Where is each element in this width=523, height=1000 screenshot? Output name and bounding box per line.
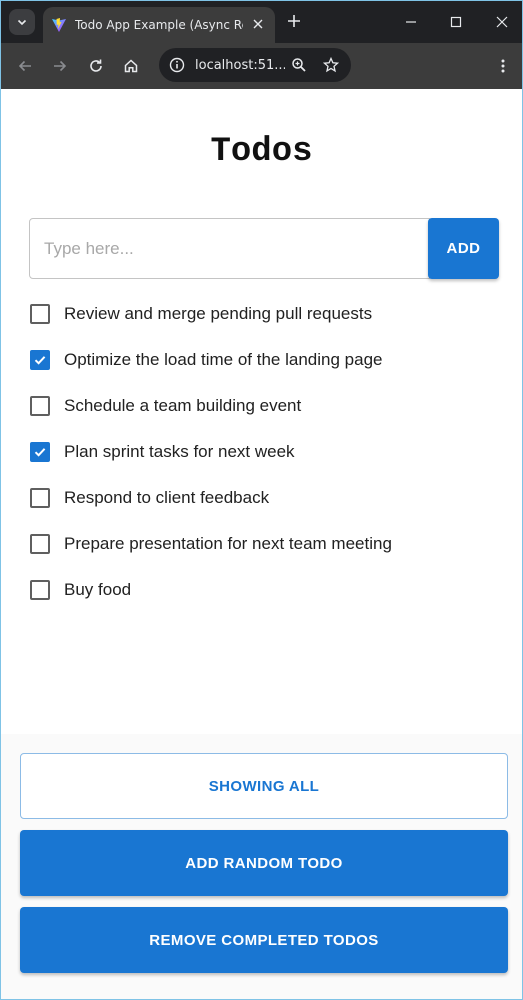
minimize-icon	[406, 21, 416, 23]
todo-item[interactable]: Respond to client feedback	[29, 475, 509, 521]
tab-close-button[interactable]	[251, 17, 265, 31]
todo-item[interactable]: Prepare presentation for next team meeti…	[29, 521, 509, 567]
checkbox-checked[interactable]	[30, 442, 50, 462]
checkbox-checked[interactable]	[30, 350, 50, 370]
home-icon	[124, 59, 138, 73]
add-button[interactable]: ADD	[428, 218, 499, 279]
todo-item[interactable]: Optimize the load time of the landing pa…	[29, 337, 509, 383]
browser-tab[interactable]: Todo App Example (Async Redux)	[43, 7, 275, 43]
back-button[interactable]	[12, 53, 38, 79]
add-todo-row: ADD	[29, 218, 499, 280]
plus-icon	[288, 15, 300, 27]
arrow-right-icon	[54, 60, 67, 72]
page-title: Todos	[210, 133, 313, 171]
todo-item[interactable]: Review and merge pending pull requests	[29, 291, 509, 337]
todo-input[interactable]	[29, 218, 430, 279]
app-content: Todos ADD Review and merge pending pull …	[1, 89, 522, 999]
checkmark-icon	[34, 356, 46, 365]
checkbox-unchecked[interactable]	[30, 396, 50, 416]
maximize-icon	[450, 16, 462, 28]
tab-search-button[interactable]	[9, 9, 35, 35]
address-text[interactable]: localhost:51...	[195, 58, 285, 73]
todo-text: Optimize the load time of the landing pa…	[64, 350, 383, 369]
checkbox-unchecked[interactable]	[30, 304, 50, 324]
todo-text: Buy food	[64, 580, 132, 599]
filter-toggle-button[interactable]: SHOWING ALL	[20, 753, 508, 819]
checkmark-icon	[34, 448, 46, 457]
minimize-button[interactable]	[398, 9, 424, 35]
new-tab-button[interactable]	[283, 10, 305, 32]
maximize-button[interactable]	[443, 9, 469, 35]
checkbox-unchecked[interactable]	[30, 580, 50, 600]
forward-button[interactable]	[47, 53, 73, 79]
checkbox-unchecked[interactable]	[30, 488, 50, 508]
zoom-icon[interactable]	[291, 57, 307, 73]
todo-list: Review and merge pending pull requests Op…	[29, 291, 509, 613]
home-button[interactable]	[118, 53, 144, 79]
remove-completed-button[interactable]: REMOVE COMPLETED TODOS	[20, 907, 508, 973]
add-random-todo-button[interactable]: ADD RANDOM TODO	[20, 830, 508, 896]
todo-text: Review and merge pending pull requests	[64, 304, 373, 323]
vite-logo-icon	[52, 18, 66, 32]
todo-text: Plan sprint tasks for next week	[64, 442, 295, 461]
todo-item[interactable]: Buy food	[29, 567, 509, 613]
close-icon	[496, 16, 508, 28]
checkbox-unchecked[interactable]	[30, 534, 50, 554]
tab-title: Todo App Example (Async Redux)	[75, 18, 243, 32]
close-window-button[interactable]	[489, 9, 515, 35]
info-icon[interactable]	[169, 57, 185, 73]
todo-text: Schedule a team building event	[64, 396, 302, 415]
arrow-left-icon	[18, 60, 31, 72]
actions-panel: SHOWING ALL ADD RANDOM TODO REMOVE COMPL…	[1, 734, 522, 999]
bookmark-star-icon[interactable]	[323, 57, 339, 73]
todo-item[interactable]: Schedule a team building event	[29, 383, 509, 429]
todo-item[interactable]: Plan sprint tasks for next week	[29, 429, 509, 475]
browser-window: Todo App Example (Async Redux)	[0, 0, 523, 1000]
close-icon	[253, 19, 263, 29]
address-bar[interactable]: localhost:51...	[159, 48, 351, 82]
browser-menu-button[interactable]	[490, 53, 516, 79]
todo-text: Respond to client feedback	[64, 488, 270, 507]
reload-icon	[90, 59, 102, 72]
reload-button[interactable]	[83, 53, 109, 79]
todo-text: Prepare presentation for next team meeti…	[64, 534, 392, 553]
browser-toolbar: localhost:51...	[1, 43, 522, 89]
title-bar: Todo App Example (Async Redux)	[1, 1, 522, 43]
kebab-menu-icon	[501, 59, 505, 73]
chevron-down-icon	[17, 19, 27, 26]
